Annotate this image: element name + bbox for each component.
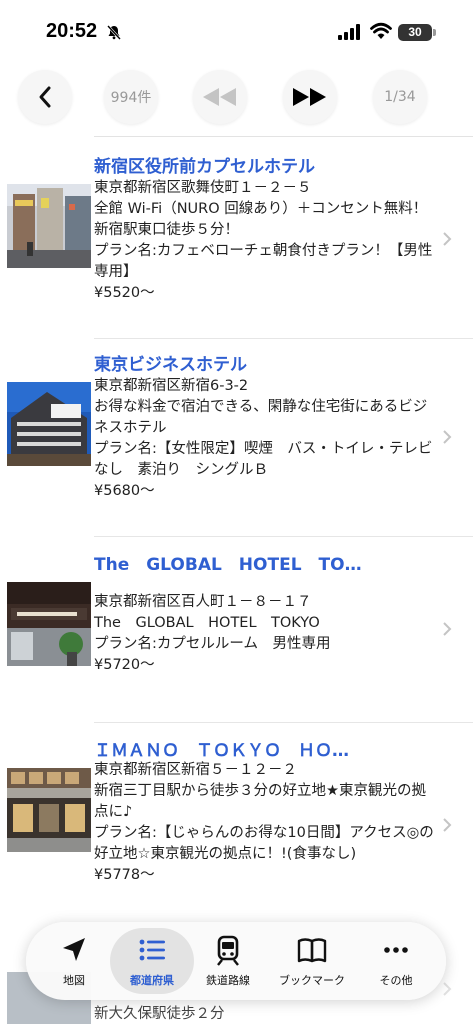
battery-level: 30: [408, 25, 422, 39]
hotel-catchcopy: 新宿三丁目駅から徒歩３分の好立地★東京観光の拠点に♪: [94, 783, 426, 820]
hotel-catchcopy: お得な料金で宿泊できる、閑静な住宅街にあるビジネスホテル: [94, 399, 428, 436]
hotel-address: 東京都新宿区新宿6-3-2: [94, 378, 249, 394]
hotel-address: 東京都新宿区歌舞伎町１－２－５: [94, 180, 312, 196]
hotel-address: 東京都新宿区百人町１－８－１７: [94, 594, 312, 610]
chevron-right-icon: [443, 430, 452, 444]
hotel-details: 東京都新宿区新宿6-3-2 お得な料金で宿泊できる、閑静な住宅街にあるビジネスホ…: [94, 376, 439, 502]
tab-label: 都道府県: [130, 974, 174, 987]
hotel-name: 新宿区役所前カプセルホテル: [94, 157, 315, 177]
tab-railway-lines[interactable]: 鉄道路線: [186, 928, 270, 994]
bell-muted-icon: [107, 25, 121, 40]
hotel-details: 東京都新宿区百人町１－８－１７ The GLOBAL HOTEL TOKYO プ…: [94, 592, 439, 676]
chevron-right-icon: [443, 818, 452, 832]
hotel-access: 新宿駅東口徒歩５分！: [94, 222, 239, 238]
rewind-icon: [203, 88, 236, 106]
tab-label: 鉄道路線: [206, 974, 250, 987]
hotel-price: ¥5680〜: [94, 483, 155, 499]
previous-page-button[interactable]: [193, 70, 247, 124]
divider: [94, 722, 473, 723]
next-page-button[interactable]: [283, 70, 337, 124]
list-icon: [139, 939, 165, 961]
hotel-plan: プラン名:【女性限定】喫煙 バス・トイレ・テレビなし 素泊り シングルＢ: [94, 441, 433, 478]
page-indicator: 1/34: [373, 70, 427, 124]
hotel-photo: [7, 184, 91, 268]
hotel-name: ＩＭＡＮＯ ＴＯＫＹＯ ＨＯ…: [94, 741, 349, 761]
fast-forward-icon: [293, 88, 326, 106]
back-button[interactable]: [18, 70, 72, 124]
hotel-catchcopy: The GLOBAL HOTEL TOKYO: [94, 615, 320, 631]
hotel-price: ¥5720〜: [94, 657, 155, 673]
hotel-name: The GLOBAL HOTEL TO…: [94, 555, 362, 575]
result-navigation: 994件 1/34: [0, 66, 473, 128]
hotel-plan: プラン名:【じゃらんのお得な10日間】アクセス◎の好立地☆東京観光の拠点に！!(…: [94, 825, 434, 862]
hotel-price: ¥5778〜: [94, 867, 155, 883]
result-count-label: 994件: [110, 90, 152, 106]
status-bar: 20:52 30: [0, 0, 473, 62]
hotel-list-item[interactable]: ＩＭＡＮＯ ＴＯＫＹＯ ＨＯ… 東京都新宿区新宿５－１２－２ 新宿三丁目駅から徒…: [0, 730, 473, 920]
tab-label: ブックマーク: [279, 974, 345, 987]
hotel-price: ¥5520〜: [94, 285, 155, 301]
tab-bookmarks[interactable]: ブックマーク: [270, 928, 354, 994]
page-indicator-label: 1/34: [384, 89, 416, 105]
battery-indicator: 30: [398, 24, 436, 41]
wifi-icon: [370, 22, 392, 39]
tab-label: その他: [379, 974, 413, 987]
tab-bar: 地図 都道府県 鉄道路線 ブックマーク その他: [26, 922, 446, 1000]
hotel-photo: [7, 382, 91, 466]
tab-map[interactable]: 地図: [32, 928, 116, 994]
hotel-list-item[interactable]: The GLOBAL HOTEL TO… 東京都新宿区百人町１－８－１７ The…: [0, 544, 473, 722]
chevron-left-icon: [39, 86, 51, 108]
status-time: 20:52: [46, 20, 98, 42]
hotel-access: 新大久保駅徒歩２分: [94, 1006, 225, 1022]
hotel-address: 東京都新宿区新宿５－１２－２: [94, 762, 297, 778]
hotel-plan: プラン名:カフェベローチェ朝食付きプラン！【男性専用】: [94, 243, 433, 280]
tab-label: 地図: [63, 974, 85, 987]
hotel-name: 東京ビジネスホテル: [94, 355, 247, 375]
hotel-list-item[interactable]: 新宿区役所前カプセルホテル 東京都新宿区歌舞伎町１－２－５ 全館 Wi-Fi（N…: [0, 148, 473, 338]
book-icon: [297, 938, 327, 963]
divider: [94, 338, 473, 339]
hotel-list-item[interactable]: 東京ビジネスホテル 東京都新宿区新宿6-3-2 お得な料金で宿泊できる、閑静な住…: [0, 346, 473, 536]
divider: [94, 536, 473, 537]
location-arrow-icon: [63, 938, 85, 961]
tab-prefectures[interactable]: 都道府県: [110, 928, 194, 994]
chevron-right-icon: [443, 622, 452, 636]
more-icon: [384, 947, 408, 953]
hotel-photo: [7, 582, 91, 666]
hotel-catchcopy: 全館 Wi-Fi（NURO 回線あり）＋コンセント無料！: [94, 201, 428, 217]
train-icon: [217, 935, 239, 966]
chevron-right-icon: [443, 982, 452, 996]
chevron-right-icon: [443, 232, 452, 246]
divider: [94, 136, 473, 137]
hotel-details: 東京都新宿区新宿５－１２－２ 新宿三丁目駅から徒歩３分の好立地★東京観光の拠点に…: [94, 760, 439, 886]
hotel-plan: プラン名:カプセルルーム 男性専用: [94, 636, 331, 652]
signal-icon: [338, 24, 360, 40]
hotel-details: 東京都新宿区歌舞伎町１－２－５ 全館 Wi-Fi（NURO 回線あり）＋コンセン…: [94, 178, 439, 304]
hotel-photo: [7, 768, 91, 852]
tab-more[interactable]: その他: [354, 928, 438, 994]
result-count: 994件: [104, 70, 158, 124]
